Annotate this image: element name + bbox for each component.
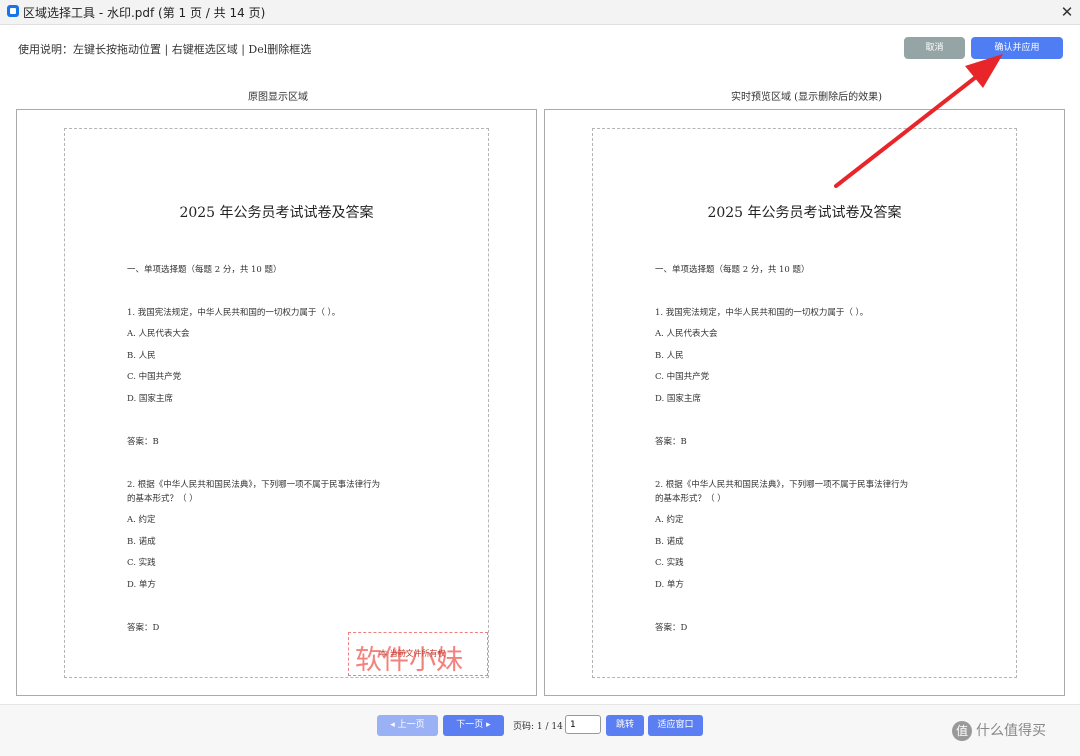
doc-line: 一、单项选择题（每题 2 分，共 10 题） [655,265,810,275]
brand-text: 什么值得买 [976,723,1046,739]
doc-line: 2. 根据《中华人民共和国民法典》，下列哪一项不属于民事法律行为 [127,480,381,490]
doc-line: D. 国家主席 [127,394,173,404]
arrow-head [965,54,1003,88]
title-bar: 区域选择工具 - 水印.pdf (第 1 页 / 共 14 页) ✕ [0,0,1080,25]
doc-line: 一、单项选择题（每题 2 分，共 10 题） [127,265,282,275]
document-page-preview: 2025 年公务员考试试卷及答案 一、单项选择题（每题 2 分，共 10 题） … [592,128,1017,678]
window-title: 区域选择工具 - 水印.pdf (第 1 页 / 共 14 页) [23,6,266,20]
jump-button[interactable]: 跳转 [606,715,644,736]
preview-panel-title: 实时预览区域 (显示删除后的效果) [731,92,882,103]
brand-logo-icon: 值 [952,721,972,741]
doc-line: B. 人民 [655,351,684,361]
doc-line: D. 单方 [655,580,684,590]
doc-line: C. 实践 [127,558,156,568]
doc-line: C. 中国共产党 [127,372,182,382]
doc-line: 的基本形式？（ ） [127,494,198,504]
doc-line: 的基本形式？（ ） [655,494,726,504]
doc-line: 答案：D [127,623,160,633]
cancel-button[interactable]: 取消 [904,37,965,59]
doc-line: A. 约定 [127,515,156,525]
fit-window-button[interactable]: 适应窗口 [648,715,703,736]
doc-line: B. 人民 [127,351,156,361]
doc-line: 1. 我国宪法规定，中华人民共和国的一切权力属于（ ）。 [127,308,341,318]
close-icon[interactable]: ✕ [1056,1,1078,23]
doc-line: A. 约定 [655,515,684,525]
doc-line: D. 单方 [127,580,156,590]
confirm-apply-button[interactable]: 确认并应用 [971,37,1063,59]
selected-watermark-region[interactable]: 软件小妹 本·当前文件所有权 [348,632,488,676]
prev-page-button[interactable]: ◂ 上一页 [377,715,438,736]
original-panel-title: 原图显示区域 [248,92,308,103]
doc-line: 答案：B [655,437,687,447]
doc-line: 2. 根据《中华人民共和国民法典》，下列哪一项不属于民事法律行为 [655,480,909,490]
page-indicator: 页码: 1 / 14 [513,722,563,732]
original-view-panel[interactable]: 2025 年公务员考试试卷及答案 一、单项选择题（每题 2 分，共 10 题） … [16,109,537,696]
doc-line: 答案：D [655,623,688,633]
document-title: 2025 年公务员考试试卷及答案 [707,205,902,221]
doc-line: B. 诺成 [127,537,156,547]
doc-line: C. 实践 [655,558,684,568]
doc-line: 1. 我国宪法规定，中华人民共和国的一切权力属于（ ）。 [655,308,869,318]
next-page-button[interactable]: 下一页 ▸ [443,715,504,736]
doc-line: A. 人民代表大会 [655,329,718,339]
watermark-small-text: 本·当前文件所有权 [379,649,446,658]
usage-instructions: 使用说明：左键长按拖动位置 | 右键框选区域 | Del删除框选 [18,43,312,56]
document-title: 2025 年公务员考试试卷及答案 [179,205,374,221]
preview-view-panel: 2025 年公务员考试试卷及答案 一、单项选择题（每题 2 分，共 10 题） … [544,109,1065,696]
doc-line: 答案：B [127,437,159,447]
doc-line: B. 诺成 [655,537,684,547]
doc-line: C. 中国共产党 [655,372,710,382]
brand-watermark: 值什么值得买 [952,720,1046,741]
doc-line: D. 国家主席 [655,394,701,404]
doc-line: A. 人民代表大会 [127,329,190,339]
document-page-original[interactable]: 2025 年公务员考试试卷及答案 一、单项选择题（每题 2 分，共 10 题） … [64,128,489,678]
app-icon [7,5,19,17]
page-number-input[interactable] [565,715,601,734]
